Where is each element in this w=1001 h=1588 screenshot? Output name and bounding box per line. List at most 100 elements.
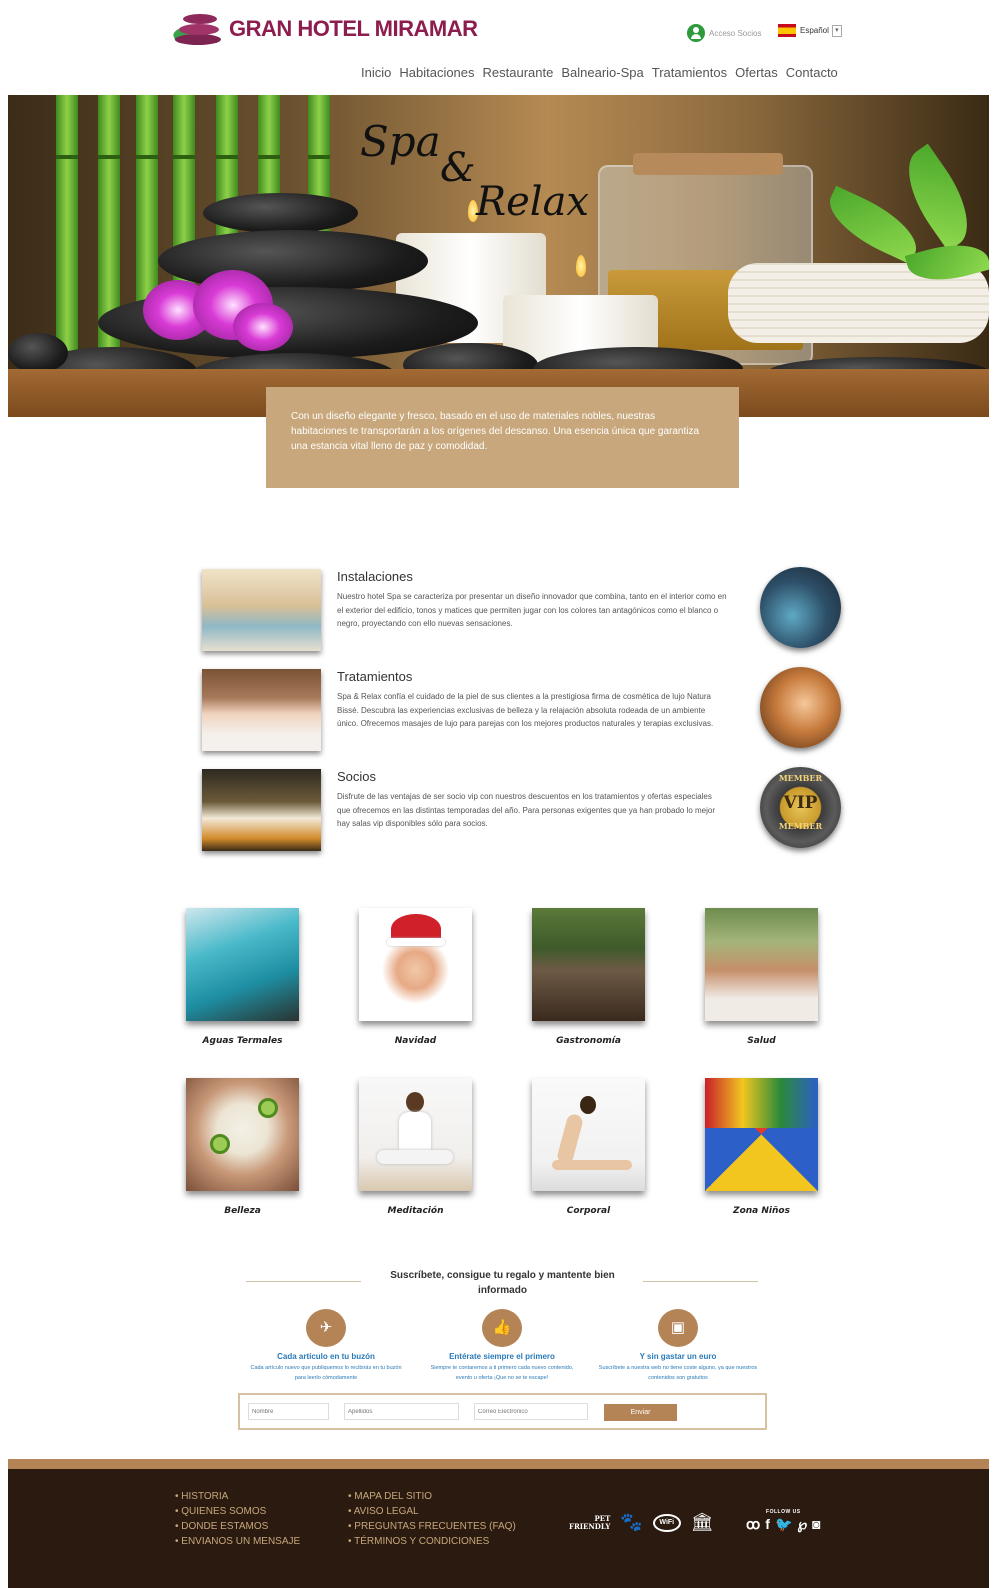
logo-text: GRAN HOTEL MIRAMAR (229, 16, 478, 41)
gallery-label: Meditación (387, 1206, 444, 1216)
feature-socios: Socios Disfrute de las ventajas de ser s… (202, 767, 842, 854)
pet-line2: FRIENDLY (569, 1521, 611, 1531)
amenity-icons: PET FRIENDLY 🐾 WiFi 🏛 (569, 1512, 714, 1533)
zona-ninos-image[interactable] (705, 1078, 818, 1191)
feature-instalaciones: Instalaciones Nuestro hotel Spa se carac… (202, 567, 842, 654)
feature-title: Socios (337, 769, 377, 784)
feature-title: Tratamientos (337, 669, 413, 684)
send-button[interactable]: Enviar (604, 1404, 677, 1421)
perk-gratis: ▣ Y sin gastar un euro Suscríbete a nues… (598, 1309, 758, 1383)
footer-band (8, 1459, 989, 1469)
tripadvisor-icon[interactable]: ꝏ (746, 1516, 760, 1533)
main-nav: Inicio Habitaciones Restaurante Balneari… (361, 65, 846, 80)
nombre-input[interactable] (248, 1403, 329, 1420)
footer-link-historia[interactable]: HISTORIA (175, 1489, 300, 1504)
spa-stone (203, 193, 358, 233)
feature-text: Disfrute de las ventajas de ser socio vi… (337, 792, 716, 828)
gallery-item-zona-ninos[interactable]: Zona Niños (705, 1078, 818, 1216)
gastronomia-image[interactable] (532, 908, 645, 1021)
pet-friendly-label: PET FRIENDLY (569, 1514, 611, 1531)
hero-title-relax: Relax (476, 179, 589, 225)
social-links: FOLLOW US ꝏ f 🐦 ℘ ◙ (746, 1509, 821, 1533)
facebook-icon[interactable]: f (765, 1516, 770, 1533)
nav-balneario-spa[interactable]: Balneario-Spa (561, 65, 643, 80)
paw-icon: 🐾 (620, 1512, 643, 1532)
nav-contacto[interactable]: Contacto (786, 65, 838, 80)
orchid-flower (233, 303, 293, 351)
perk-text: Siempre te contaremos a ti primero cada … (430, 1365, 574, 1381)
divider-line (246, 1281, 361, 1282)
hero-title-amp: & (440, 145, 476, 191)
intro-text: Con un diseño elegante y fresco, basado … (291, 411, 700, 452)
nav-ofertas[interactable]: Ofertas (735, 65, 778, 80)
airplane-icon: ✈ (306, 1309, 346, 1347)
email-input[interactable] (474, 1403, 588, 1420)
salud-image[interactable] (705, 908, 818, 1021)
gallery-label: Zona Niños (733, 1206, 790, 1216)
perk-title: Y sin gastar un euro (639, 1352, 717, 1361)
footer-link-faq[interactable]: PREGUNTAS FRECUENTES (FAQ) (348, 1519, 516, 1534)
gallery-label: Salud (747, 1036, 776, 1046)
gallery-item-navidad[interactable]: Navidad (359, 908, 472, 1046)
footer-link-donde-estamos[interactable]: DONDE ESTAMOS (175, 1519, 300, 1534)
hotel-logo[interactable]: GRAN HOTEL MIRAMAR (171, 10, 478, 48)
acceso-socios-link[interactable]: Acceso Socios (687, 24, 761, 42)
stones-logo-icon (171, 10, 225, 48)
bamboo-stalk (56, 95, 78, 355)
perk-primero: 👍 Entérate siempre el primero Siempre te… (422, 1309, 582, 1383)
green-leaf (819, 185, 927, 265)
apellidos-input[interactable] (344, 1403, 459, 1420)
gallery-item-belleza[interactable]: Belleza (186, 1078, 299, 1216)
footer-link-quienes-somos[interactable]: QUIENES SOMOS (175, 1504, 300, 1519)
gallery-label: Gastronomía (556, 1036, 621, 1046)
newsletter-form: Enviar (238, 1393, 767, 1430)
corporal-image[interactable] (532, 1078, 645, 1191)
nav-tratamientos[interactable]: Tratamientos (652, 65, 727, 80)
gallery-label: Corporal (566, 1206, 611, 1216)
gallery-item-aguas-termales[interactable]: Aguas Termales (186, 908, 299, 1046)
site-header: GRAN HOTEL MIRAMAR Acceso Socios Español… (0, 0, 1001, 96)
gallery-label: Aguas Termales (202, 1036, 283, 1046)
gallery-label: Belleza (224, 1206, 261, 1216)
spa-stone (8, 333, 68, 373)
feature-text: Spa & Relax confía el cuidado de la piel… (337, 692, 714, 728)
gallery-label: Navidad (394, 1036, 437, 1046)
feature-text: Nuestro hotel Spa se caracteriza por pre… (337, 592, 727, 628)
gallery-item-gastronomia[interactable]: Gastronomía (532, 908, 645, 1046)
pinterest-icon[interactable]: ℘ (797, 1516, 807, 1533)
gallery-item-meditacion[interactable]: Meditación (359, 1078, 472, 1216)
instagram-icon[interactable]: ◙ (812, 1516, 820, 1533)
footer-links-col1: HISTORIA QUIENES SOMOS DONDE ESTAMOS ENV… (175, 1489, 300, 1549)
hero-title-spa: Spa (360, 117, 441, 166)
money-icon: ▣ (658, 1309, 698, 1347)
navidad-image[interactable] (359, 908, 472, 1021)
footer-links-col2: MAPA DEL SITIO AVISO LEGAL PREGUNTAS FRE… (348, 1489, 516, 1549)
footer-link-mapa-sitio[interactable]: MAPA DEL SITIO (348, 1489, 516, 1504)
thumbs-up-icon: 👍 (482, 1309, 522, 1347)
nav-restaurante[interactable]: Restaurante (483, 65, 554, 80)
footer-link-envianos-mensaje[interactable]: ENVIANOS UN MENSAJE (175, 1534, 300, 1549)
gallery-item-salud[interactable]: Salud (705, 908, 818, 1046)
aguas-termales-image[interactable] (186, 908, 299, 1021)
nav-habitaciones[interactable]: Habitaciones (399, 65, 474, 80)
belleza-image[interactable] (186, 1078, 299, 1191)
socios-thumbnail (202, 769, 321, 851)
user-icon (687, 24, 705, 42)
badge-center-text: VIP (783, 793, 818, 813)
twitter-icon[interactable]: 🐦 (775, 1516, 792, 1533)
instalaciones-thumbnail (202, 569, 321, 651)
language-select[interactable]: Español ▾ (778, 24, 842, 37)
footer-link-terminos[interactable]: TÉRMINOS Y CONDICIONES (348, 1534, 516, 1549)
wifi-icon: WiFi (652, 1513, 681, 1532)
hero-banner: Spa & Relax (8, 95, 989, 417)
footer-link-aviso-legal[interactable]: AVISO LEGAL (348, 1504, 516, 1519)
perk-title: Cada artículo en tu buzón (277, 1352, 375, 1361)
nav-inicio[interactable]: Inicio (361, 65, 391, 80)
gallery-item-corporal[interactable]: Corporal (532, 1078, 645, 1216)
massage-round-image (760, 667, 841, 748)
divider-line (643, 1281, 758, 1282)
spa-stone (158, 230, 428, 292)
chevron-down-icon[interactable]: ▾ (831, 24, 842, 37)
badge-top-text: MEMBER (778, 773, 823, 783)
meditacion-image[interactable] (359, 1078, 472, 1191)
